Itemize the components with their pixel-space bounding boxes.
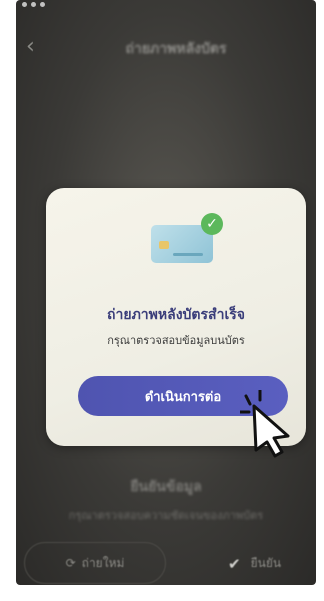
status-indicator: [22, 2, 45, 7]
card-stripe: [173, 253, 203, 256]
card-chip: [159, 241, 169, 249]
phone-screen: ‹ ถ่ายภาพหลังบัตร ยืนยันข้อมูล กรุณาตรวจ…: [16, 0, 316, 585]
background-subtext: กรุณาตรวจสอบความชัดเจนของภาพบัตร: [68, 509, 264, 522]
id-card-illustration: ✓: [151, 213, 223, 267]
refresh-icon: ⟳: [65, 556, 76, 570]
retake-button[interactable]: ⟳ ถ่ายใหม่: [24, 542, 166, 584]
confirm-label: ยืนยัน: [250, 556, 282, 570]
bottom-action-bar: ⟳ ถ่ายใหม่ ✔ ยืนยัน: [16, 540, 316, 585]
dialog-subtitle: กรุณาตรวจสอบข้อมูลบนบัตร: [107, 334, 245, 347]
page-title: ถ่ายภาพหลังบัตร: [125, 41, 227, 57]
confirm-button[interactable]: ✔ ยืนยัน: [228, 554, 281, 573]
background-heading: ยืนยันข้อมูล: [130, 479, 202, 495]
hand-pointer-icon: [240, 390, 290, 458]
back-arrow-icon[interactable]: ‹: [26, 36, 48, 58]
check-badge-icon: ✓: [201, 213, 223, 235]
dialog-title: ถ่ายภาพหลังบัตรสำเร็จ: [107, 307, 245, 323]
retake-label: ถ่ายใหม่: [81, 555, 125, 570]
checkmark-icon: ✔: [228, 554, 241, 573]
